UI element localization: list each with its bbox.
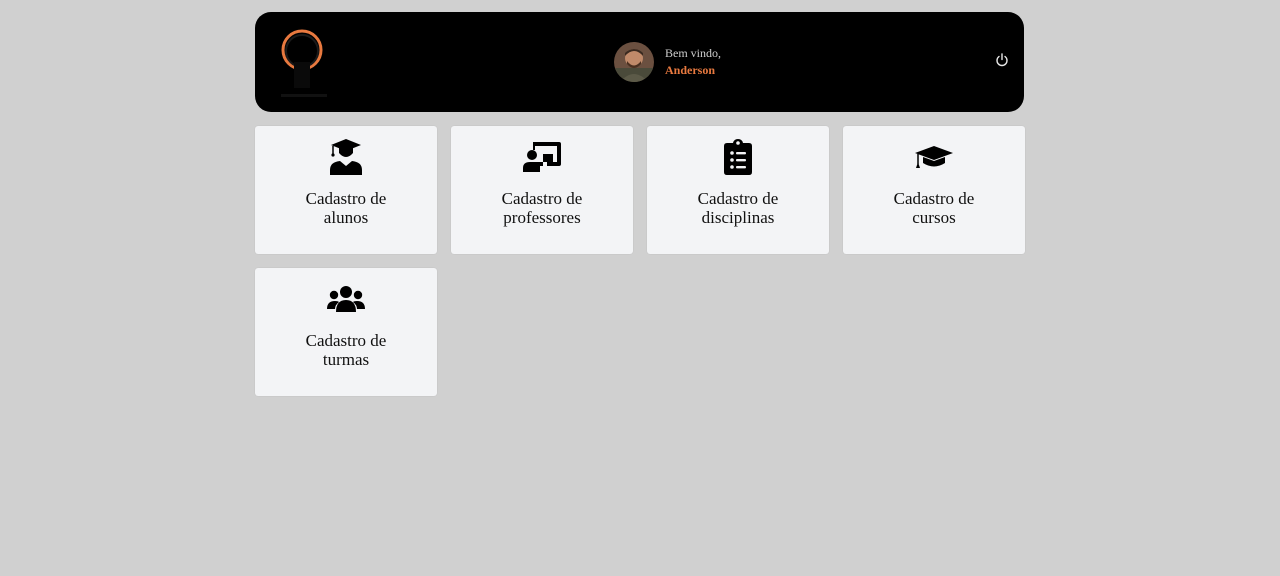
- header-bar: Bem vindo, Anderson: [255, 12, 1024, 112]
- card-alunos[interactable]: Cadastro de alunos: [255, 126, 437, 254]
- graduation-cap-icon: [914, 138, 954, 176]
- card-label: Cadastro de disciplinas: [697, 189, 779, 227]
- student-icon: [326, 138, 366, 176]
- logo-icon: [279, 28, 329, 98]
- card-professores[interactable]: Cadastro de professores: [451, 126, 633, 254]
- greeting: Bem vindo, Anderson: [665, 45, 721, 79]
- user-name: Anderson: [665, 63, 716, 77]
- teacher-icon: [522, 138, 562, 176]
- avatar[interactable]: [614, 42, 654, 82]
- card-cursos[interactable]: Cadastro de cursos: [843, 126, 1025, 254]
- card-grid: Cadastro de alunos Cadastro de professor…: [255, 126, 1025, 396]
- clipboard-list-icon: [718, 138, 758, 176]
- user-info: Bem vindo, Anderson: [614, 42, 721, 82]
- card-label: Cadastro de turmas: [305, 331, 387, 369]
- group-icon: [326, 280, 366, 318]
- card-label: Cadastro de alunos: [305, 189, 387, 227]
- card-turmas[interactable]: Cadastro de turmas: [255, 268, 437, 396]
- power-icon[interactable]: [995, 53, 1009, 67]
- card-disciplinas[interactable]: Cadastro de disciplinas: [647, 126, 829, 254]
- card-label: Cadastro de cursos: [893, 189, 975, 227]
- card-label: Cadastro de professores: [501, 189, 583, 227]
- greeting-text: Bem vindo,: [665, 46, 721, 60]
